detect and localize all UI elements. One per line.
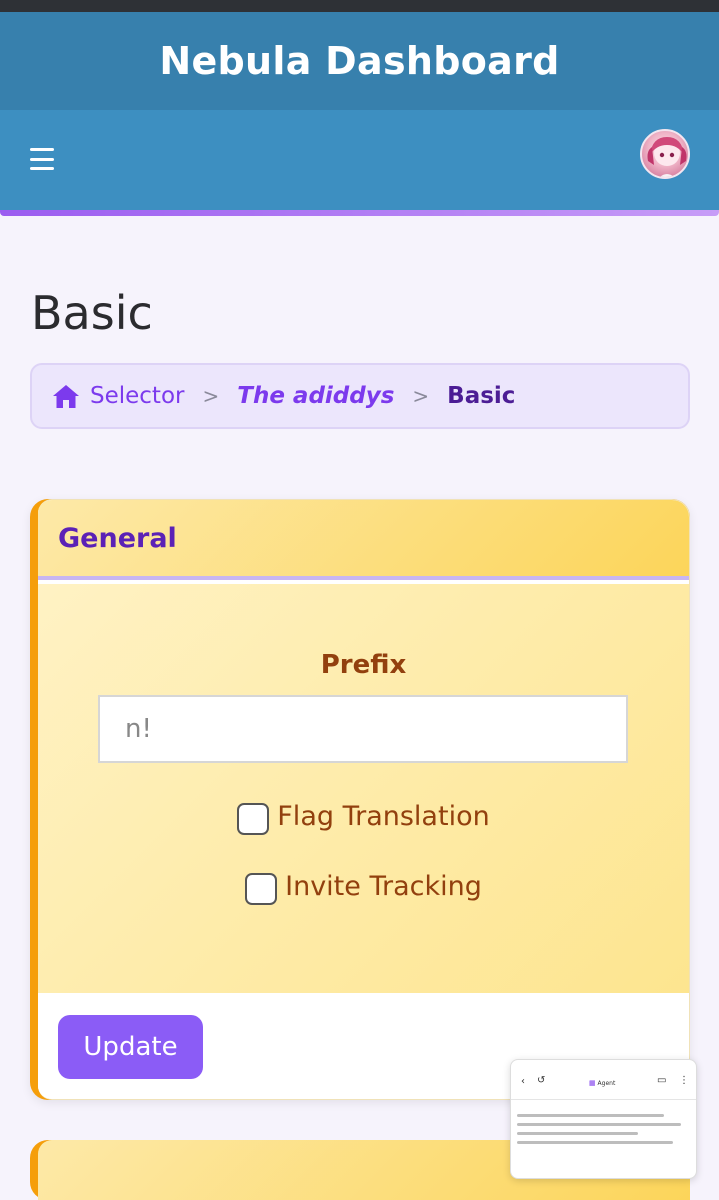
breadcrumb: Selector > The adiddys > Basic [30,363,690,429]
status-strip [0,0,719,12]
navbar-accent-bar [0,210,719,216]
overlay-title: ▦ Agent [589,1079,616,1087]
page-title: Basic [31,286,153,340]
card-body: Prefix Flag Translation Invite Tracking [38,584,689,993]
general-card: General Prefix Flag Translation Invite T… [30,499,690,1100]
card-title: General [58,522,177,554]
overlay-content [511,1100,696,1158]
flag-translation-checkbox[interactable] [237,803,270,835]
breadcrumb-server[interactable]: The adiddys [237,383,394,409]
breadcrumb-current: Basic [447,383,516,409]
history-icon[interactable]: ↺ [537,1075,545,1086]
invite-tracking-row[interactable]: Invite Tracking [38,867,689,905]
breadcrumb-separator: > [412,384,430,408]
card-header: General [38,500,689,580]
hamburger-icon[interactable] [30,148,54,170]
flag-translation-row[interactable]: Flag Translation [38,797,689,835]
app-title: Nebula Dashboard [159,39,560,83]
breadcrumb-separator: > [202,384,220,408]
home-icon[interactable] [52,383,80,409]
more-icon[interactable]: ⋮ [679,1075,689,1086]
invite-tracking-checkbox[interactable] [245,873,278,905]
app-header: Nebula Dashboard [0,12,719,110]
new-chat-icon[interactable]: ▭ [657,1075,666,1086]
navbar [0,110,719,210]
prefix-input[interactable] [98,695,628,763]
agent-overlay-thumbnail[interactable]: ‹ ↺ ▦ Agent ▭ ⋮ [510,1059,697,1179]
back-icon[interactable]: ‹ [521,1076,525,1087]
prefix-label: Prefix [320,650,407,680]
breadcrumb-selector[interactable]: Selector [90,383,184,409]
flag-translation-label[interactable]: Flag Translation [277,801,489,832]
invite-tracking-label[interactable]: Invite Tracking [285,871,482,902]
avatar[interactable] [640,129,690,179]
update-button[interactable]: Update [58,1015,203,1079]
